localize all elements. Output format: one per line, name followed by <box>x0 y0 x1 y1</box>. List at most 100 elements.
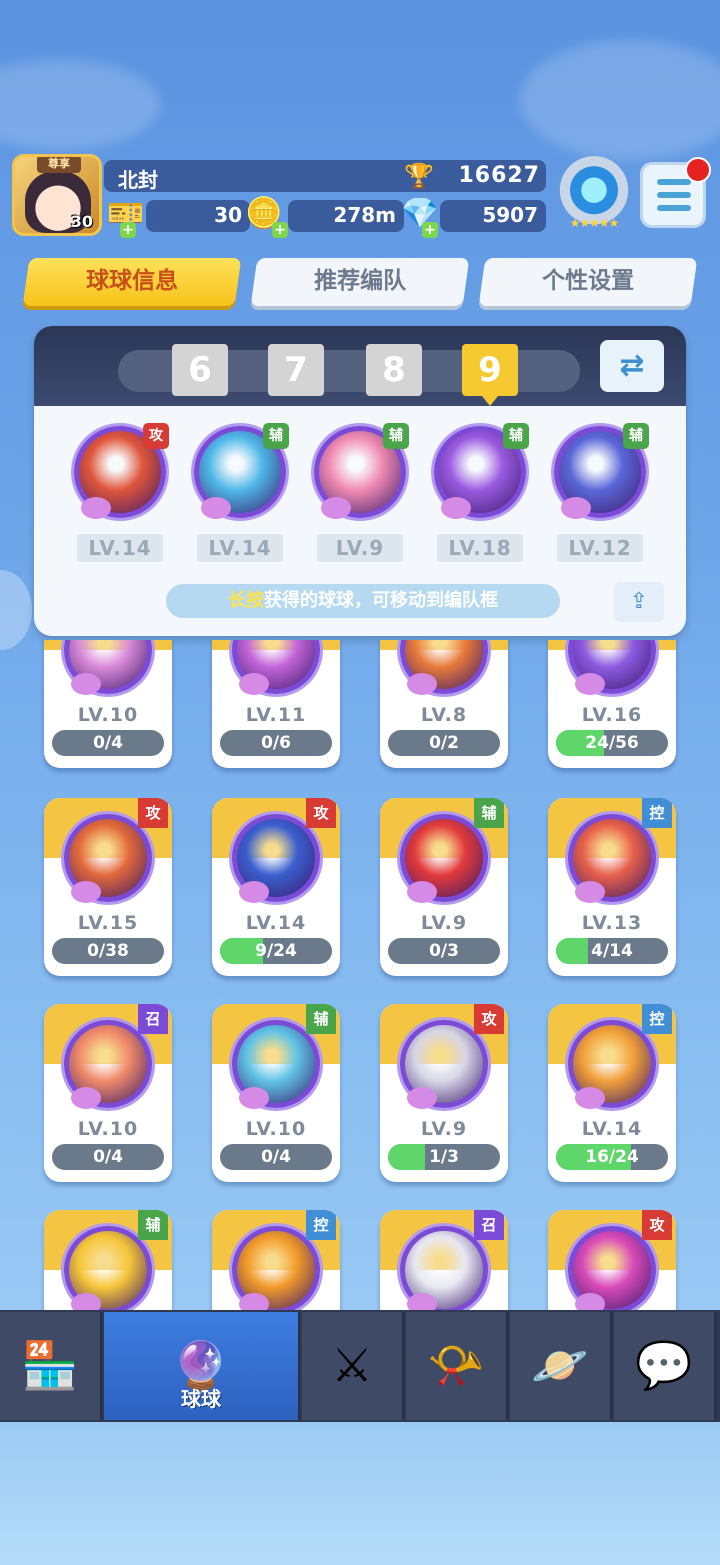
progress-text: 0/4 <box>261 1147 291 1167</box>
ball-level: LV.14 <box>245 912 307 934</box>
ball-icon: 辅 <box>314 423 409 519</box>
ball-level: LV.10 <box>77 1118 139 1140</box>
nav-whistle[interactable]: 📯 <box>406 1312 508 1420</box>
ball-level: LV.18 <box>437 534 523 562</box>
nav-balls[interactable]: 🔮 球球 <box>104 1312 300 1420</box>
nav-planet[interactable]: 🪐 <box>510 1312 612 1420</box>
type-tag: 攻 <box>138 798 168 828</box>
bottom-background <box>0 1422 720 1565</box>
name-bar: 北封 🏆 16627 <box>104 160 546 192</box>
upgrade-progress-bar: 0/3 <box>388 938 500 964</box>
tab-3[interactable]: 个性设置 <box>478 258 698 306</box>
menu-line-icon <box>657 192 691 198</box>
flower-icon <box>71 673 101 695</box>
trophy-icon: 🏆 <box>404 162 434 190</box>
flower-icon <box>575 881 605 903</box>
team-slot[interactable]: 辅 LV.18 <box>430 423 530 562</box>
tab-2[interactable]: 推荐编队 <box>250 258 470 306</box>
flower-icon <box>575 673 605 695</box>
team-number-8[interactable]: 8 <box>366 344 422 396</box>
ball-level: LV.14 <box>77 534 163 562</box>
ball-card[interactable]: 攻 <box>548 1210 676 1310</box>
ball-card[interactable]: 控 LV.14 16/24 <box>548 1004 676 1182</box>
drag-hint: 长按获得的球球，可移动到编队框 <box>166 584 560 618</box>
upgrade-progress-bar: 0/38 <box>52 938 164 964</box>
ball-card[interactable]: 辅 LV.9 0/3 <box>380 798 508 976</box>
progress-text: 9/24 <box>255 941 297 961</box>
ball-card[interactable]: 辅 <box>44 1210 172 1310</box>
swap-button[interactable]: ⇄ <box>600 340 664 392</box>
flower-icon <box>71 881 101 903</box>
rank-badge-icon[interactable]: ★★★★★ <box>556 156 632 232</box>
upgrade-progress-bar: 16/24 <box>556 1144 668 1170</box>
flower-icon <box>441 497 471 519</box>
nav-shop[interactable]: 🏪 <box>0 1312 102 1420</box>
chat-heart-icon: 💬 <box>635 1338 693 1392</box>
notification-dot <box>685 157 711 183</box>
flower-icon <box>239 1087 269 1109</box>
progress-text: 1/3 <box>429 1147 459 1167</box>
ball-card[interactable]: 辅 LV.10 0/4 <box>212 1004 340 1182</box>
ball-card[interactable]: 控 LV.13 4/14 <box>548 798 676 976</box>
ball-level: LV.10 <box>245 1118 307 1140</box>
menu-line-icon <box>657 205 691 211</box>
type-tag: 攻 <box>306 798 336 828</box>
team-slot[interactable]: 辅 LV.9 <box>310 423 410 562</box>
menu-line-icon <box>657 179 691 185</box>
ball-level: LV.12 <box>557 534 643 562</box>
side-edge-button[interactable] <box>0 570 32 650</box>
nav-social[interactable]: 💬 <box>614 1312 716 1420</box>
ball-level: LV.14 <box>581 1118 643 1140</box>
ball-card[interactable]: 召 LV.10 0/4 <box>44 1004 172 1182</box>
ball-card[interactable]: 攻 LV.15 0/38 <box>44 798 172 976</box>
team-number-6[interactable]: 6 <box>172 344 228 396</box>
progress-text: 16/24 <box>585 1147 639 1167</box>
team-number-7[interactable]: 7 <box>268 344 324 396</box>
type-tag: 辅 <box>383 423 409 449</box>
team-panel: 6789 ⇄ 攻 LV.14 辅 LV.14 辅 LV.9 辅 LV.18 辅 LV.12 长按获… <box>34 326 686 636</box>
player-avatar[interactable]: 尊享 30 <box>12 154 102 236</box>
team-number-9[interactable]: 9 <box>462 344 518 406</box>
ball-icon: 攻 <box>74 423 169 519</box>
vip-badge: 尊享 <box>37 157 81 173</box>
ball-card[interactable]: 攻 LV.14 9/24 <box>212 798 340 976</box>
ticket-plus-icon[interactable]: + <box>120 222 136 238</box>
tab-label: 个性设置 <box>542 268 635 294</box>
flower-icon <box>575 1087 605 1109</box>
flower-icon <box>239 673 269 695</box>
type-tag: 辅 <box>138 1210 168 1240</box>
player-header: 尊享 30 北封 🏆 16627 🎫 + 30 🪙 + 278m 💎 + 590… <box>8 150 712 240</box>
team-slot[interactable]: 辅 LV.14 <box>190 423 290 562</box>
ball-card[interactable]: 控 <box>212 1210 340 1310</box>
ticket-count: 30 <box>214 203 242 227</box>
flower-icon <box>81 497 111 519</box>
flower-icon <box>71 1087 101 1109</box>
tab-bar: 球球信息 推荐编队 个性设置 <box>22 258 698 306</box>
ball-card[interactable]: 召 <box>380 1210 508 1310</box>
nav-label: 球球 <box>181 1387 221 1411</box>
gem-plus-icon[interactable]: + <box>422 222 438 238</box>
tab-1[interactable]: 球球信息 <box>22 258 242 306</box>
share-icon[interactable]: ⇪ <box>614 582 664 622</box>
coin-plus-icon[interactable]: + <box>272 222 288 238</box>
gem-count: 5907 <box>482 203 538 227</box>
team-slot[interactable]: 攻 LV.14 <box>70 423 170 562</box>
tab-label: 球球信息 <box>86 268 179 294</box>
type-tag: 辅 <box>263 423 289 449</box>
rank-stars: ★★★★★ <box>569 216 620 230</box>
team-slot[interactable]: 辅 LV.12 <box>550 423 650 562</box>
upgrade-progress-bar: 0/4 <box>220 1144 332 1170</box>
ball-level: LV.14 <box>197 534 283 562</box>
progress-text: 0/4 <box>93 1147 123 1167</box>
ball-level: LV.13 <box>581 912 643 934</box>
menu-button[interactable] <box>640 157 711 228</box>
type-tag: 辅 <box>306 1004 336 1034</box>
ball-level: LV.9 <box>317 534 403 562</box>
ball-level: LV.16 <box>581 704 643 726</box>
nav-battle[interactable]: ⚔ <box>302 1312 404 1420</box>
progress-text: 0/4 <box>93 733 123 753</box>
distance-bar: 278m <box>288 200 404 232</box>
ball-card[interactable]: 攻 LV.9 1/3 <box>380 1004 508 1182</box>
whistle-icon: 📯 <box>427 1338 485 1392</box>
type-tag: 控 <box>642 798 672 828</box>
